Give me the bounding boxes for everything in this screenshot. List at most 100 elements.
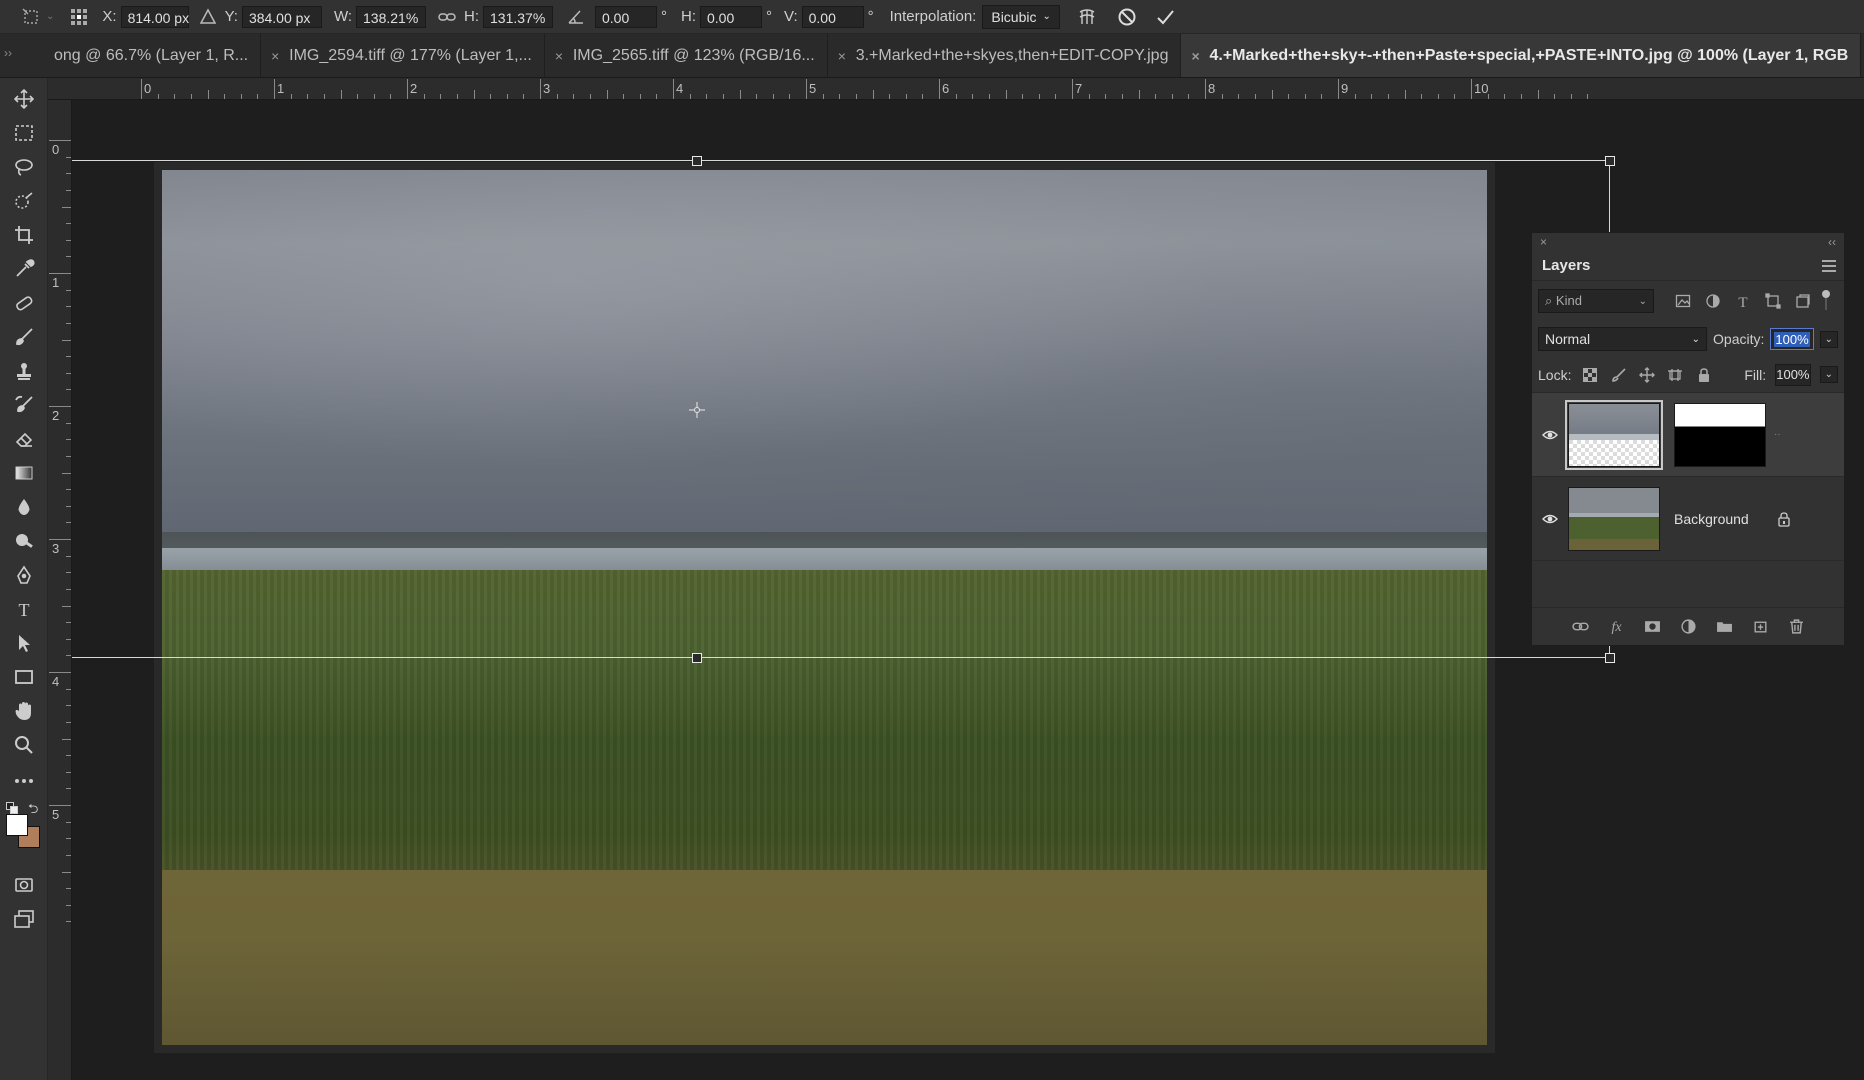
zoom-icon[interactable] xyxy=(9,730,39,760)
layer-row-background[interactable]: Background xyxy=(1532,477,1844,561)
layer-style-fx-icon[interactable]: fx xyxy=(1605,616,1627,638)
screen-mode-icon[interactable] xyxy=(9,904,39,934)
document-image[interactable] xyxy=(162,170,1487,1045)
w-input[interactable]: 138.21% xyxy=(356,5,426,28)
tab-document-3[interactable]: × IMG_2565.tiff @ 123% (RGB/16... xyxy=(545,34,828,77)
filter-toggle-icon[interactable] xyxy=(1822,290,1830,312)
visibility-eye-icon[interactable] xyxy=(1532,427,1568,443)
new-adjustment-layer-icon[interactable] xyxy=(1677,616,1699,638)
link-layers-icon[interactable] xyxy=(1569,616,1591,638)
gradient-icon[interactable] xyxy=(9,458,39,488)
transform-tool-icon[interactable] xyxy=(18,4,44,30)
ruler-tick xyxy=(689,94,691,99)
visibility-eye-icon[interactable] xyxy=(1532,511,1568,527)
lock-image-pixels-icon[interactable] xyxy=(1609,364,1628,386)
close-icon[interactable]: × xyxy=(1191,48,1199,64)
filter-shape-icon[interactable] xyxy=(1762,290,1784,312)
transform-handle-bottom-right[interactable] xyxy=(1605,653,1615,663)
default-colors-icon[interactable] xyxy=(6,802,18,814)
layer-thumbnail[interactable] xyxy=(1565,399,1663,470)
tab-document-1[interactable]: ong @ 66.7% (Layer 1, R... xyxy=(18,34,262,77)
marquee-icon[interactable] xyxy=(9,118,39,148)
close-panel-icon[interactable]: × xyxy=(1540,235,1547,249)
lock-transparent-pixels-icon[interactable] xyxy=(1580,364,1599,386)
h-input[interactable]: 131.37% xyxy=(483,5,553,28)
filter-adjustment-icon[interactable] xyxy=(1702,290,1724,312)
move-icon[interactable] xyxy=(9,84,39,114)
collapse-panels-icon[interactable]: ›› xyxy=(4,46,18,66)
delta-icon[interactable] xyxy=(195,4,221,30)
svg-text:T: T xyxy=(1738,295,1747,309)
tab-document-2[interactable]: × IMG_2594.tiff @ 177% (Layer 1,... xyxy=(261,34,545,77)
blend-mode-select[interactable]: Normal ⌄ xyxy=(1538,327,1708,351)
hand-icon[interactable] xyxy=(9,696,39,726)
layers-tab[interactable]: Layers xyxy=(1542,257,1590,274)
layer-row-layer1[interactable]: ·· xyxy=(1532,393,1844,477)
brush-icon[interactable] xyxy=(9,322,39,352)
ruler-tick xyxy=(1155,94,1157,99)
ruler-tick xyxy=(1338,79,1339,99)
dodge-icon[interactable] xyxy=(9,526,39,556)
transform-handle-bottom-middle[interactable] xyxy=(692,653,702,663)
tab-document-4[interactable]: × 3.+Marked+the+skyes,then+EDIT-COPY.jpg xyxy=(828,34,1182,77)
crop-icon[interactable] xyxy=(9,220,39,250)
filter-pixel-icon[interactable] xyxy=(1672,290,1694,312)
filter-smart-object-icon[interactable] xyxy=(1792,290,1814,312)
type-icon[interactable]: T xyxy=(9,594,39,624)
eyedropper-icon[interactable] xyxy=(9,254,39,284)
panel-menu-icon[interactable] xyxy=(1822,259,1836,272)
opacity-dropdown-icon[interactable]: ⌄ xyxy=(1819,330,1838,348)
path-select-icon[interactable] xyxy=(9,628,39,658)
layer-mask-thumbnail[interactable] xyxy=(1674,402,1766,467)
fill-dropdown-icon[interactable]: ⌄ xyxy=(1819,366,1838,383)
lock-position-icon[interactable] xyxy=(1637,364,1656,386)
interpolation-select[interactable]: Bicubic ⌄ xyxy=(982,4,1060,29)
clone-stamp-icon[interactable] xyxy=(9,356,39,386)
transform-handle-top-middle[interactable] xyxy=(692,156,702,166)
delete-layer-icon[interactable] xyxy=(1785,616,1807,638)
y-input[interactable]: 384.00 px xyxy=(241,5,322,28)
layer-thumbnail[interactable] xyxy=(1568,486,1660,551)
more-tools-icon[interactable] xyxy=(9,766,39,796)
filter-kind-select[interactable]: ⌕ Kind ⌄ xyxy=(1538,289,1654,313)
tab-document-5-active[interactable]: × 4.+Marked+the+sky+-+then+Paste+special… xyxy=(1181,34,1862,77)
link-icon[interactable] xyxy=(434,4,460,30)
close-icon[interactable]: × xyxy=(271,48,279,64)
lasso-icon[interactable] xyxy=(9,152,39,182)
close-icon[interactable]: × xyxy=(838,48,846,64)
tool-preset-chevron-icon[interactable]: ⌄ xyxy=(46,11,54,22)
x-input[interactable]: 814.00 px xyxy=(120,5,189,28)
transform-box-top-edge[interactable] xyxy=(72,160,1610,161)
new-layer-icon[interactable] xyxy=(1749,616,1771,638)
blur-icon[interactable] xyxy=(9,492,39,522)
angle-input[interactable]: 0.00 xyxy=(595,5,657,28)
foreground-color-swatch[interactable] xyxy=(6,814,28,836)
warp-mode-icon[interactable] xyxy=(1074,4,1100,30)
lock-all-icon[interactable] xyxy=(1694,364,1713,386)
reference-point-crosshair-icon[interactable] xyxy=(689,402,705,418)
vskew-input[interactable]: 0.00 xyxy=(801,5,864,28)
history-brush-icon[interactable] xyxy=(9,390,39,420)
quick-select-icon[interactable] xyxy=(9,186,39,216)
collapse-panel-icon[interactable]: ‹‹ xyxy=(1828,235,1836,249)
filter-type-icon[interactable]: T xyxy=(1732,290,1754,312)
layer-name[interactable]: Background xyxy=(1674,511,1749,527)
pen-icon[interactable] xyxy=(9,560,39,590)
fill-input[interactable]: 100% xyxy=(1775,363,1811,386)
transform-handle-top-right[interactable] xyxy=(1605,156,1615,166)
hskew-input[interactable]: 0.00 xyxy=(700,5,762,28)
lock-artboard-icon[interactable] xyxy=(1666,364,1685,386)
quick-mask-icon[interactable] xyxy=(9,870,39,900)
healing-brush-icon[interactable] xyxy=(9,288,39,318)
transform-box-bottom-edge[interactable] xyxy=(72,657,1610,658)
opacity-input[interactable]: 100% xyxy=(1770,328,1814,350)
cancel-transform-icon[interactable] xyxy=(1114,4,1140,30)
swap-colors-icon[interactable]: ⮌ xyxy=(28,800,38,822)
commit-transform-icon[interactable] xyxy=(1152,4,1178,30)
add-mask-icon[interactable] xyxy=(1641,616,1663,638)
new-group-folder-icon[interactable] xyxy=(1713,616,1735,638)
reference-point-icon[interactable] xyxy=(66,4,92,30)
close-icon[interactable]: × xyxy=(555,48,563,64)
eraser-icon[interactable] xyxy=(9,424,39,454)
rectangle-icon[interactable] xyxy=(9,662,39,692)
